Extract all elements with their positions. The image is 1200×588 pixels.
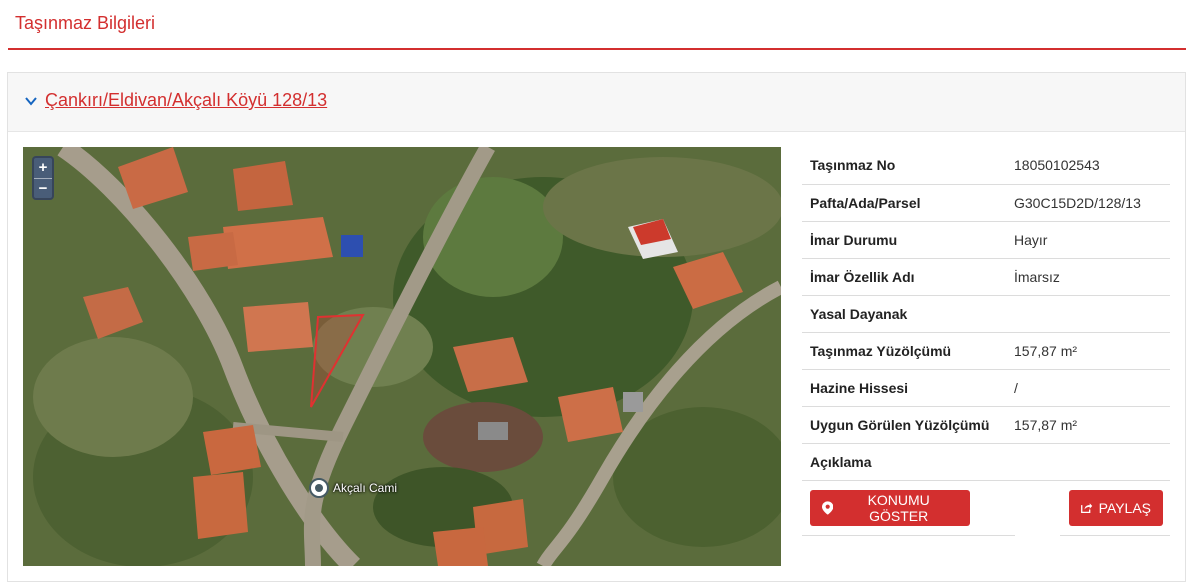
info-value: 157,87 m² (1014, 406, 1170, 444)
panel-heading[interactable]: Çankırı/Eldivan/Akçalı Köyü 128/13 (8, 73, 1185, 132)
info-value: G30C15D2D/128/13 (1014, 184, 1170, 222)
table-row: İmar Özellik Adı İmarsız (802, 258, 1170, 296)
info-value: / (1014, 369, 1170, 407)
info-key: Yasal Dayanak (802, 295, 1014, 333)
info-key: Açıklama (802, 443, 1014, 481)
table-row: Açıklama (802, 443, 1170, 481)
place-pin-icon[interactable] (308, 477, 330, 499)
info-value (1014, 443, 1170, 481)
property-location-link[interactable]: Çankırı/Eldivan/Akçalı Köyü 128/13 (45, 90, 327, 111)
table-row: Yasal Dayanak (802, 295, 1170, 333)
zoom-in-button[interactable]: + (34, 158, 52, 178)
table-row: İmar Durumu Hayır (802, 221, 1170, 259)
info-value: 18050102543 (1014, 147, 1170, 185)
share-icon (1081, 503, 1093, 513)
share-button[interactable]: PAYLAŞ (1069, 490, 1163, 526)
table-row: Uygun Görülen Yüzölçümü 157,87 m² (802, 406, 1170, 444)
zoom-control: + − (32, 156, 54, 200)
info-value: İmarsız (1014, 258, 1170, 296)
chevron-down-icon[interactable] (24, 94, 38, 108)
info-value: Hayır (1014, 221, 1170, 259)
divider (802, 535, 1015, 536)
table-row: Taşınmaz No 18050102543 (802, 147, 1170, 185)
info-key: Taşınmaz Yüzölçümü (802, 332, 1014, 370)
satellite-map[interactable]: + − Akçalı Cami (23, 147, 781, 566)
info-value (1014, 295, 1170, 333)
info-value: 157,87 m² (1014, 332, 1170, 370)
table-row: Taşınmaz Yüzölçümü 157,87 m² (802, 332, 1170, 370)
show-location-button[interactable]: KONUMU GÖSTER (810, 490, 970, 526)
info-key: İmar Özellik Adı (802, 258, 1014, 296)
info-key: Hazine Hissesi (802, 369, 1014, 407)
show-location-label: KONUMU GÖSTER (867, 492, 930, 524)
property-info-table: Taşınmaz No 18050102543 Pafta/Ada/Parsel… (802, 147, 1170, 481)
satellite-imagery (23, 147, 781, 566)
zoom-out-button[interactable]: − (34, 178, 52, 198)
divider (1060, 535, 1170, 536)
info-key: Uygun Görülen Yüzölçümü (802, 406, 1014, 444)
info-key: Pafta/Ada/Parsel (802, 184, 1014, 222)
info-key: İmar Durumu (802, 221, 1014, 259)
page-title: Taşınmaz Bilgileri (15, 13, 156, 33)
info-key: Taşınmaz No (802, 147, 1014, 185)
table-row: Pafta/Ada/Parsel G30C15D2D/128/13 (802, 184, 1170, 222)
share-label: PAYLAŞ (1098, 500, 1151, 516)
poi-label[interactable]: Akçalı Cami (333, 481, 397, 495)
page-header: Taşınmaz Bilgileri (8, 0, 1186, 50)
map-marker-icon (822, 501, 834, 515)
table-row: Hazine Hissesi / (802, 369, 1170, 407)
